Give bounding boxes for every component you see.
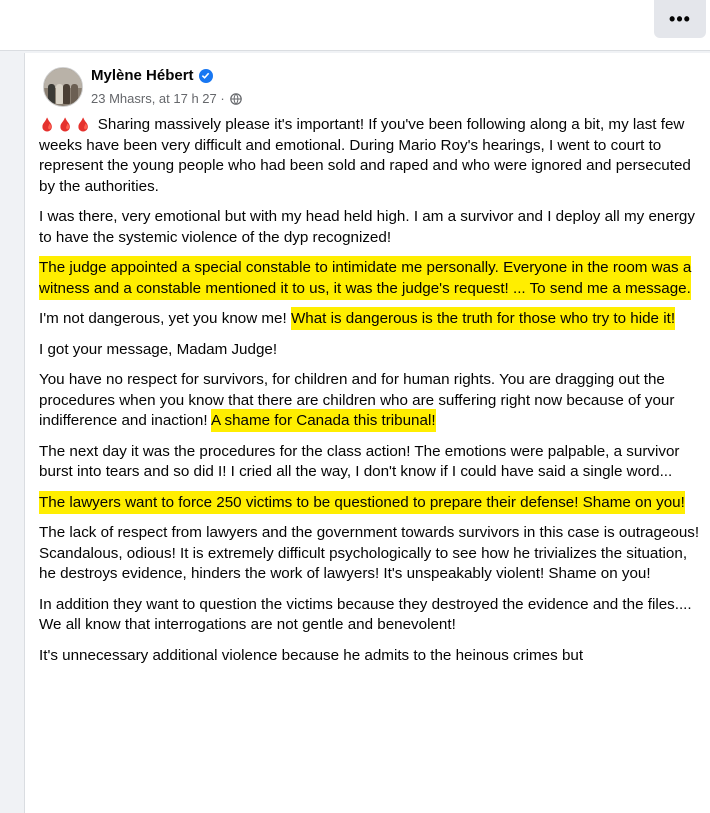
verified-badge-icon [198, 68, 213, 83]
post-text: I'm not dangerous, yet you know me! [39, 310, 291, 327]
post-paragraph: The next day it was the procedures for t… [39, 442, 705, 483]
post-meta: 23 Mhasrs, at 17 h 27 · [91, 91, 242, 106]
post-text: The next day it was the procedures for t… [39, 442, 680, 481]
post-paragraph: The lack of respect from lawyers and the… [39, 523, 705, 585]
drop-emoji-icon: 🩸🩸🩸 [39, 117, 94, 132]
post-text: I got your message, Madam Judge! [39, 340, 278, 358]
highlighted-text: The lawyers want to force 250 victims to… [39, 490, 685, 514]
post-body: 🩸🩸🩸 Sharing massively please it's import… [39, 115, 705, 676]
top-bar: ••• [0, 0, 710, 51]
avatar[interactable] [43, 67, 83, 107]
post-text: The lack of respect from lawyers and the… [39, 524, 700, 582]
post-text: In addition they want to question the vi… [39, 595, 692, 634]
highlighted-text: The judge appointed a special constable … [39, 256, 692, 300]
more-options-icon[interactable]: ••• [654, 0, 706, 38]
post-timestamp[interactable]: 23 Mhasrs, at 17 h 27 · [91, 91, 225, 106]
post-paragraph: In addition they want to question the vi… [39, 595, 705, 636]
post-paragraph: I'm not dangerous, yet you know me! What… [39, 307, 705, 330]
post-author: Mylène Hébert [91, 67, 213, 84]
post-paragraph: I was there, very emotional but with my … [39, 207, 705, 248]
post-paragraph: It's unnecessary additional violence bec… [39, 646, 705, 667]
post-paragraph: I got your message, Madam Judge! [39, 340, 705, 361]
post-text: It's unnecessary additional violence bec… [39, 646, 584, 664]
post-text: I was there, very emotional but with my … [39, 208, 695, 246]
highlighted-text: A shame for Canada this tribunal! [210, 409, 436, 432]
post-paragraph: 🩸🩸🩸 Sharing massively please it's import… [39, 115, 705, 197]
post-paragraph: The judge appointed a special constable … [39, 256, 705, 300]
highlighted-text: What is dangerous is the truth for those… [290, 307, 676, 330]
post-paragraph: You have no respect for survivors, for c… [39, 370, 705, 432]
post-paragraph: The lawyers want to force 250 victims to… [39, 490, 705, 514]
globe-icon [229, 92, 242, 105]
post-text: Sharing massively please it's important!… [39, 116, 691, 195]
post-card: Mylène Hébert 23 Mhasrs, at 17 h 27 · 🩸🩸… [24, 53, 710, 813]
author-name[interactable]: Mylène Hébert [91, 67, 194, 84]
